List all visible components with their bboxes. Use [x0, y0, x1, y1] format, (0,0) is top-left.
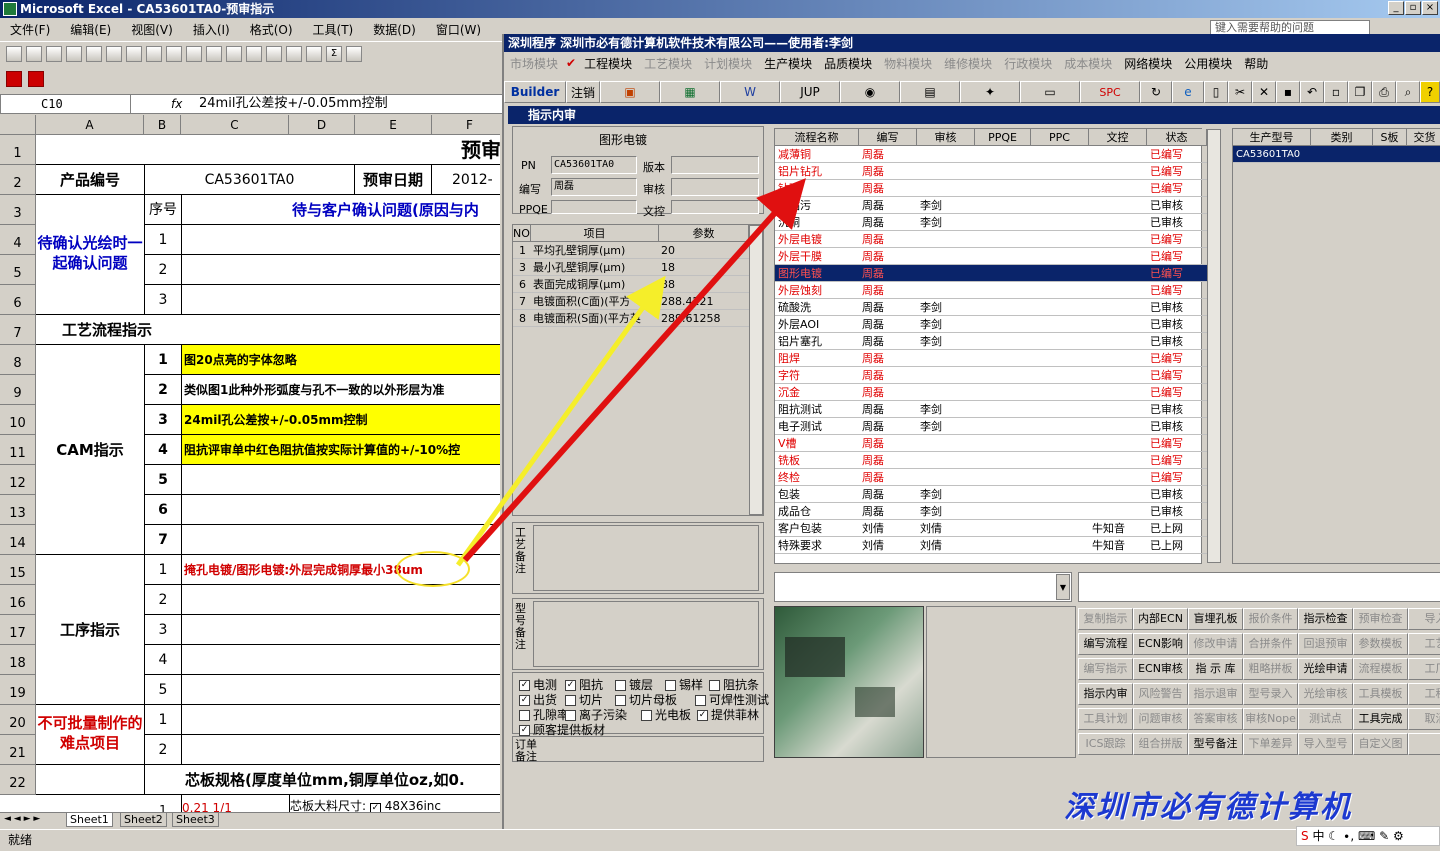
- ime-toolbar[interactable]: S 中 ☾ ∙, ⌨ ✎ ⚙: [1296, 826, 1440, 846]
- red-arrow: [462, 178, 806, 562]
- sogou-icon[interactable]: S: [1301, 829, 1309, 843]
- annotation-arrows: [455, 178, 806, 567]
- yellow-arrow: [455, 275, 666, 567]
